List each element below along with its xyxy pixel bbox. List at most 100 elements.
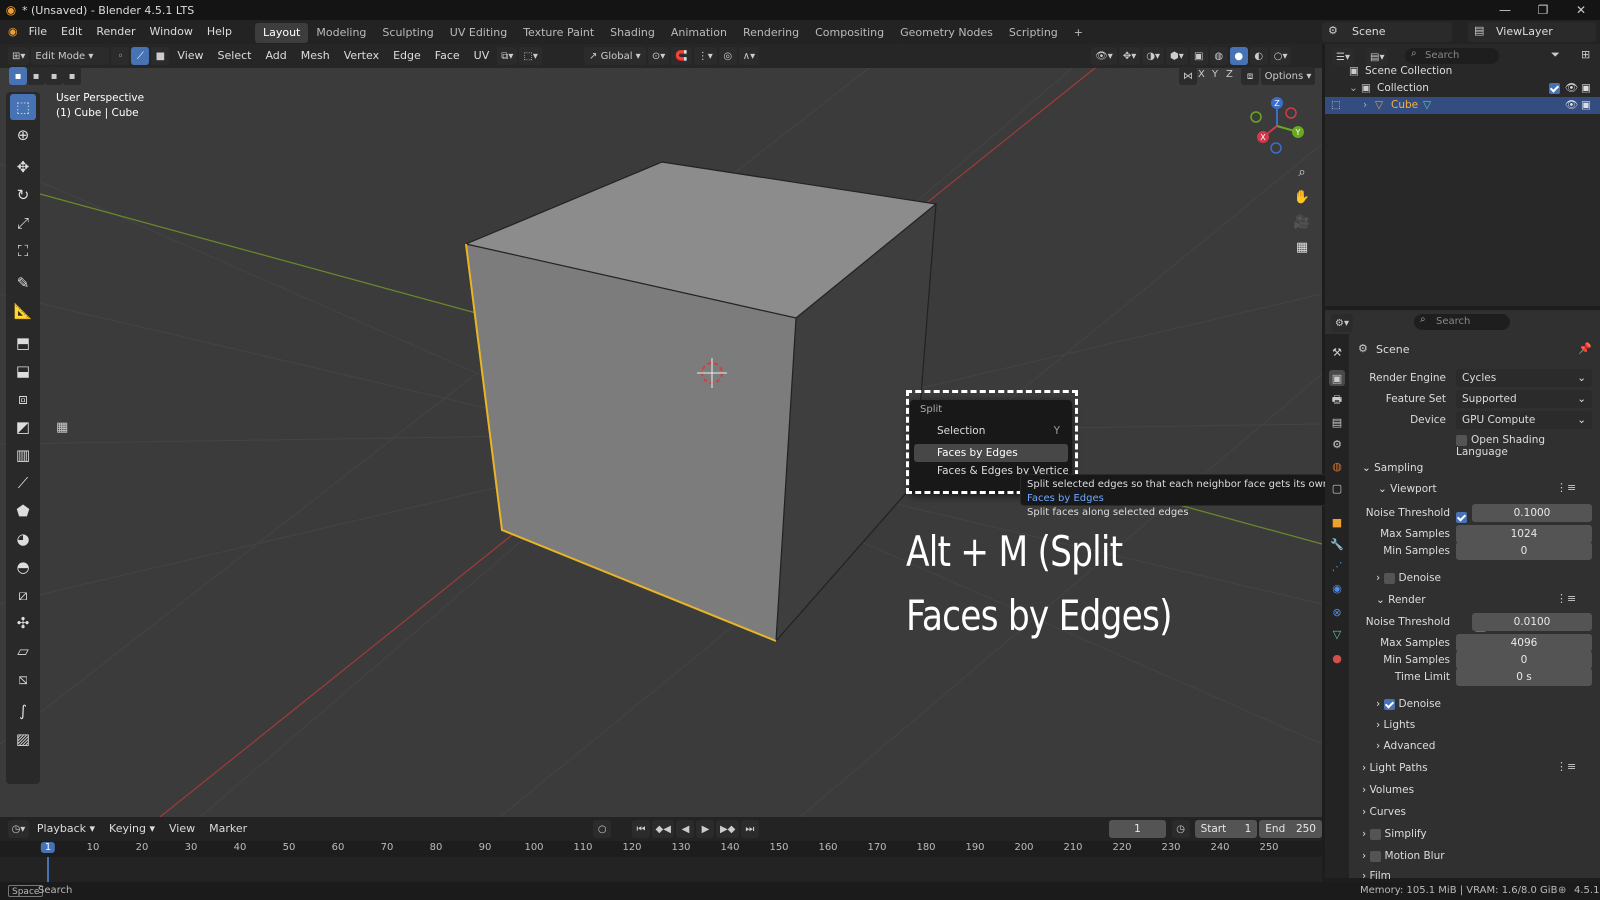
render-noise-threshold-field[interactable]: 0.0100 bbox=[1472, 613, 1592, 631]
render-subpanel-header[interactable]: ⌄ Render bbox=[1376, 590, 1576, 610]
vertex-select-icon[interactable]: ◦ bbox=[111, 47, 130, 65]
end-frame-field[interactable]: End 250 bbox=[1259, 820, 1322, 838]
current-frame-marker[interactable]: 1 bbox=[40, 842, 56, 853]
jump-keyframe-forward-icon[interactable]: ▶◆ bbox=[716, 820, 739, 838]
cube-expand-icon[interactable]: › bbox=[1363, 97, 1367, 114]
select-invert-icon[interactable]: ▪ bbox=[63, 67, 81, 85]
options-dropdown[interactable]: Options ▾ bbox=[1261, 67, 1315, 85]
edit-mode-icon[interactable]: ⬚ bbox=[1331, 97, 1341, 114]
xray-icon[interactable]: ▣ bbox=[1189, 47, 1208, 65]
blender-menu-icon[interactable]: ◉ bbox=[0, 20, 22, 44]
transform-orientation-selector[interactable]: ↗ Global ▾ bbox=[583, 47, 646, 65]
vp-menu-view[interactable]: View bbox=[170, 44, 210, 68]
loop-cut-tool-icon[interactable]: ▥ bbox=[10, 442, 36, 468]
smooth-tool-icon[interactable]: ◓ bbox=[10, 554, 36, 580]
edge-slide-tool-icon[interactable]: ⧄ bbox=[10, 582, 36, 608]
outliner-row-scene-collection[interactable]: ▣ Scene Collection bbox=[1325, 63, 1600, 80]
viewport-noise-threshold-checkbox[interactable] bbox=[1456, 511, 1467, 523]
add-cube-tool-icon[interactable]: ⬒ bbox=[10, 330, 36, 356]
simplify-checkbox[interactable] bbox=[1369, 828, 1381, 840]
jump-start-icon[interactable]: ⏮ bbox=[632, 820, 650, 838]
annotate-tool-icon[interactable]: ✎ bbox=[10, 270, 36, 296]
scene-selector[interactable]: Scene bbox=[1322, 22, 1452, 42]
collection-visibility-icon[interactable]: 👁 bbox=[1565, 80, 1578, 97]
vp-menu-mesh[interactable]: Mesh bbox=[294, 44, 337, 68]
render-time-limit-field[interactable]: 0 s bbox=[1456, 668, 1592, 686]
viewport-presets-icon[interactable]: ⋮≡ bbox=[1556, 481, 1576, 494]
constraints-tab-icon[interactable]: ⊗ bbox=[1329, 604, 1345, 620]
collection-expand-icon[interactable]: ⌄ bbox=[1349, 80, 1358, 97]
viewport-denoise-header[interactable]: › Denoise bbox=[1376, 568, 1576, 588]
select-box-icon[interactable]: ⬚▾ bbox=[519, 47, 542, 65]
shrink-fatten-tool-icon[interactable]: ✣ bbox=[10, 610, 36, 636]
sampling-panel-header[interactable]: ⌄ Sampling bbox=[1362, 458, 1592, 478]
properties-editor-type-icon[interactable]: ⚙▾ bbox=[1331, 314, 1353, 332]
inset-tool-icon[interactable]: ⧈ bbox=[10, 386, 36, 412]
current-frame-field[interactable]: 1 bbox=[1109, 820, 1166, 838]
auto-keying-icon[interactable]: ○ bbox=[593, 820, 612, 838]
overlay-icon[interactable]: ◑▾ bbox=[1142, 47, 1164, 65]
render-engine-dropdown[interactable]: Cycles ⌄ bbox=[1456, 369, 1592, 387]
minimize-icon[interactable]: — bbox=[1486, 0, 1524, 20]
mode-selector[interactable]: Edit Mode ▾ bbox=[31, 47, 110, 65]
curves-panel-header[interactable]: › Curves bbox=[1362, 802, 1592, 822]
proportional-edit-icon[interactable]: ◎ bbox=[718, 47, 737, 65]
timeline-menu-marker[interactable]: Marker bbox=[202, 817, 254, 841]
viewport-max-samples-field[interactable]: 1024 bbox=[1456, 525, 1592, 543]
play-reverse-icon[interactable]: ◀ bbox=[676, 820, 695, 838]
scale-tool-icon[interactable]: ⤢ bbox=[10, 210, 36, 236]
bevel-tool-icon[interactable]: ◩ bbox=[10, 414, 36, 440]
light-paths-presets-icon[interactable]: ⋮≡ bbox=[1556, 760, 1576, 773]
preview-range-icon[interactable]: ◷ bbox=[1171, 820, 1190, 838]
osl-checkbox-row[interactable]: Open Shading Language bbox=[1456, 434, 1600, 458]
film-panel-header[interactable]: › Film bbox=[1362, 866, 1592, 880]
select-subtract-icon[interactable]: ▪ bbox=[45, 67, 63, 85]
mirror-axis-z[interactable]: Z bbox=[1226, 69, 1233, 80]
workspace-tab-scripting[interactable]: Scripting bbox=[1001, 23, 1066, 43]
view-layer-selector[interactable]: ViewLayer bbox=[1468, 22, 1596, 42]
feature-set-dropdown[interactable]: Supported ⌄ bbox=[1456, 390, 1592, 408]
poly-build-tool-icon[interactable]: ⬟ bbox=[10, 498, 36, 524]
workspace-tab-texture-paint[interactable]: Texture Paint bbox=[515, 23, 602, 43]
properties-search-input[interactable]: Search bbox=[1414, 314, 1510, 330]
advanced-subpanel-header[interactable]: › Advanced bbox=[1376, 736, 1576, 756]
device-dropdown[interactable]: GPU Compute ⌄ bbox=[1456, 411, 1592, 429]
navigation-gizmo[interactable]: Z Y X bbox=[1246, 95, 1308, 157]
viewport-min-samples-field[interactable]: 0 bbox=[1456, 542, 1592, 560]
rendered-shading-icon[interactable]: ○▾ bbox=[1269, 47, 1292, 65]
material-tab-icon[interactable]: ● bbox=[1329, 650, 1345, 666]
viewport-noise-threshold-field[interactable]: 0.1000 bbox=[1472, 504, 1592, 522]
cube-visibility-icon[interactable]: 👁 bbox=[1565, 97, 1578, 114]
auto-merge-icon[interactable]: ⧈ bbox=[1241, 67, 1259, 85]
snap-target-icon[interactable]: ⋮▾ bbox=[693, 47, 717, 65]
cursor-tool-icon[interactable]: ⊕ bbox=[10, 122, 36, 148]
select-tool-icon[interactable]: ⬚ bbox=[10, 94, 36, 120]
mesh-overlay-icon[interactable]: ⬢▾ bbox=[1165, 47, 1188, 65]
outliner-search-input[interactable]: Search bbox=[1405, 48, 1499, 64]
workspace-tab-sculpting[interactable]: Sculpting bbox=[374, 23, 441, 43]
shear-tool-icon[interactable]: ▱ bbox=[10, 638, 36, 664]
snap-icon[interactable]: 🧲 bbox=[671, 47, 692, 65]
jump-keyframe-back-icon[interactable]: ◆◀ bbox=[652, 820, 675, 838]
workspace-tab-animation[interactable]: Animation bbox=[663, 23, 735, 43]
falloff-icon[interactable]: ∧▾ bbox=[738, 47, 760, 65]
motion-blur-checkbox[interactable] bbox=[1369, 850, 1381, 862]
vp-menu-select[interactable]: Select bbox=[211, 44, 259, 68]
pin-icon[interactable]: 📌 bbox=[1578, 342, 1592, 355]
jump-end-icon[interactable]: ⏭ bbox=[740, 820, 759, 838]
timeline-menu-view[interactable]: View bbox=[162, 817, 202, 841]
workspace-tab-shading[interactable]: Shading bbox=[602, 23, 663, 43]
vp-menu-vertex[interactable]: Vertex bbox=[337, 44, 386, 68]
sidebar-toggle-icon[interactable]: ▦ bbox=[56, 420, 68, 435]
wireframe-shading-icon[interactable]: ◍ bbox=[1209, 47, 1228, 65]
rip-tool-icon[interactable]: ⧅ bbox=[10, 666, 36, 692]
new-collection-icon[interactable]: ⊞ bbox=[1581, 48, 1590, 61]
mirror-axis-x[interactable]: X bbox=[1198, 69, 1205, 80]
viewport-denoise-checkbox[interactable] bbox=[1383, 572, 1395, 584]
close-icon[interactable]: ✕ bbox=[1562, 0, 1600, 20]
measure-tool-icon[interactable]: 📐 bbox=[10, 298, 36, 324]
vp-menu-edge[interactable]: Edge bbox=[386, 44, 428, 68]
play-icon[interactable]: ▶ bbox=[696, 820, 715, 838]
zoom-icon[interactable]: ⌕ bbox=[1290, 160, 1314, 184]
outliner-row-cube[interactable]: ⬚ › ▽ Cube ▽ 👁 ▣ bbox=[1325, 97, 1600, 114]
